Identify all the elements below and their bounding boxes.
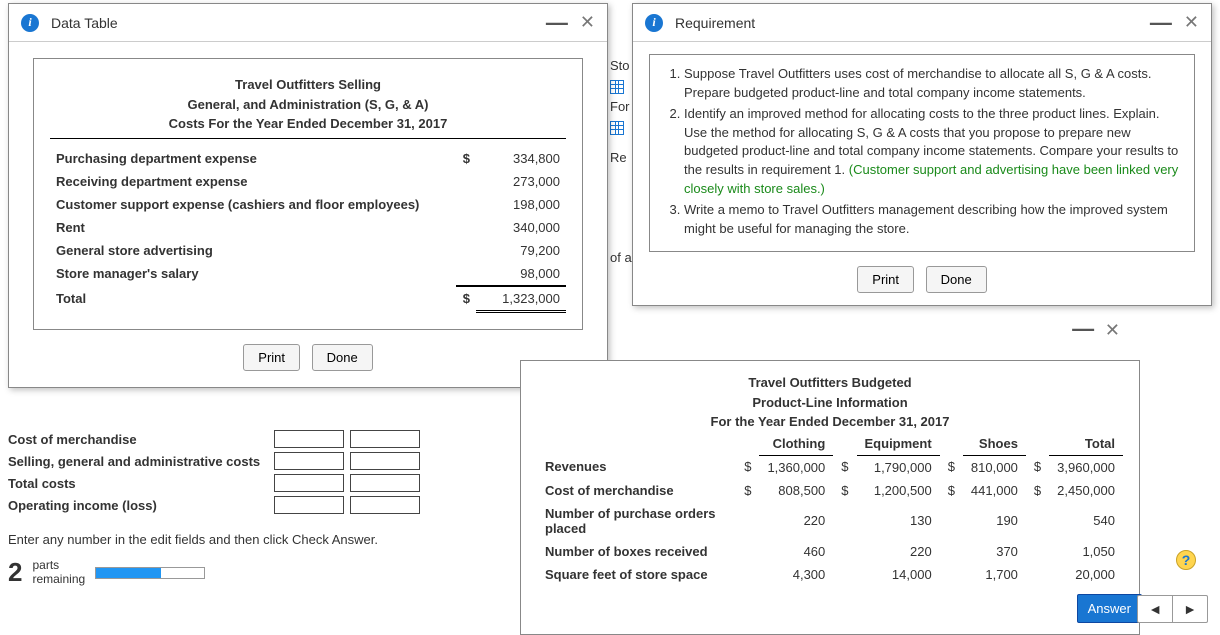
progress-bar [95,567,205,579]
minimize-button[interactable]: — [1150,20,1172,26]
prev-button[interactable]: ◄ [1138,596,1173,622]
table-row: Store manager's salary98,000 [50,262,566,286]
close-button[interactable]: ✕ [1184,12,1199,33]
help-icon[interactable]: ? [1176,550,1196,570]
table-row: Number of boxes received 460 220 370 1,0… [537,540,1123,563]
done-button[interactable]: Done [926,266,987,293]
table-row: Square feet of store space 4,300 14,000 … [537,563,1123,586]
requirement-list: Suppose Travel Outfitters uses cost of m… [662,65,1182,239]
budget-table: Clothing Equipment Shoes Total Revenues … [537,432,1123,586]
edit-field[interactable] [350,496,420,514]
table-row: Cost of merchandise $808,500 $1,200,500 … [537,479,1123,502]
worksheet-row: Selling, general and administrative cost… [8,450,518,472]
table-row: Number of purchase orders placed 220 130… [537,502,1123,540]
dialog-header: i Data Table — ✕ [9,4,607,42]
next-button[interactable]: ► [1173,596,1207,622]
cost-table-box: Travel Outfitters Selling General, and A… [33,58,583,330]
parts-label: parts remaining [32,559,85,585]
close-button[interactable]: ✕ [580,12,595,33]
table-row: Receiving department expense273,000 [50,170,566,193]
close-icon[interactable]: ✕ [1105,320,1120,340]
minimize-button[interactable]: — [546,20,568,26]
row-label: Selling, general and administrative cost… [8,454,268,469]
bg-text: Re [610,150,627,165]
edit-field[interactable] [274,430,344,448]
bg-text: Sto [610,58,630,73]
edit-field[interactable] [274,474,344,492]
worksheet-area: Cost of merchandise Selling, general and… [8,428,518,588]
table-heading: For the Year Ended December 31, 2017 [537,412,1123,432]
requirement-dialog: i Requirement — ✕ Suppose Travel Outfitt… [632,3,1212,306]
edit-field[interactable] [274,452,344,470]
worksheet-row: Cost of merchandise [8,428,518,450]
info-icon: i [21,14,39,32]
table-header-row: Clothing Equipment Shoes Total [537,432,1123,456]
nav-buttons: ◄ ► [1137,595,1208,623]
done-button[interactable]: Done [312,344,373,371]
table-row: Purchasing department expense$334,800 [50,147,566,170]
table-heading: Costs For the Year Ended December 31, 20… [50,114,566,134]
table-row: General store advertising79,200 [50,239,566,262]
grid-icon [610,119,624,135]
parts-count: 2 [8,557,22,588]
cost-table: Purchasing department expense$334,800 Re… [50,147,566,313]
data-table-dialog: i Data Table — ✕ Travel Outfitters Selli… [8,3,608,388]
minimize-icon[interactable]: — [1072,316,1094,341]
table-row: Rent340,000 [50,216,566,239]
bg-window-controls: — ✕ [1072,320,1120,341]
budget-table-box: Travel Outfitters Budgeted Product-Line … [520,360,1140,635]
dialog-title: Data Table [51,15,546,31]
table-heading: Travel Outfitters Selling [50,75,566,95]
list-item: Identify an improved method for allocati… [684,105,1182,199]
instruction-text: Enter any number in the edit fields and … [8,532,518,547]
edit-field[interactable] [350,430,420,448]
dialog-header: i Requirement — ✕ [633,4,1211,42]
row-label: Total costs [8,476,268,491]
bg-text: For [610,99,630,114]
worksheet-row: Total costs [8,472,518,494]
table-row: Revenues $1,360,000 $1,790,000 $810,000 … [537,455,1123,479]
list-item: Write a memo to Travel Outfitters manage… [684,201,1182,239]
print-button[interactable]: Print [243,344,300,371]
table-heading: Product-Line Information [537,393,1123,413]
row-label: Operating income (loss) [8,498,268,513]
dialog-title: Requirement [675,15,1150,31]
parts-remaining: 2 parts remaining [8,557,518,588]
table-heading: General, and Administration (S, G, & A) [50,95,566,115]
check-answer-button[interactable]: Answer [1077,594,1142,623]
print-button[interactable]: Print [857,266,914,293]
list-item: Suppose Travel Outfitters uses cost of m… [684,65,1182,103]
info-icon: i [645,14,663,32]
table-total-row: Total$1,323,000 [50,286,566,312]
row-label: Cost of merchandise [8,432,268,447]
edit-field[interactable] [350,452,420,470]
edit-field[interactable] [274,496,344,514]
worksheet-row: Operating income (loss) [8,494,518,516]
edit-field[interactable] [350,474,420,492]
grid-icon [610,78,624,94]
table-heading: Travel Outfitters Budgeted [537,373,1123,393]
table-row: Customer support expense (cashiers and f… [50,193,566,216]
